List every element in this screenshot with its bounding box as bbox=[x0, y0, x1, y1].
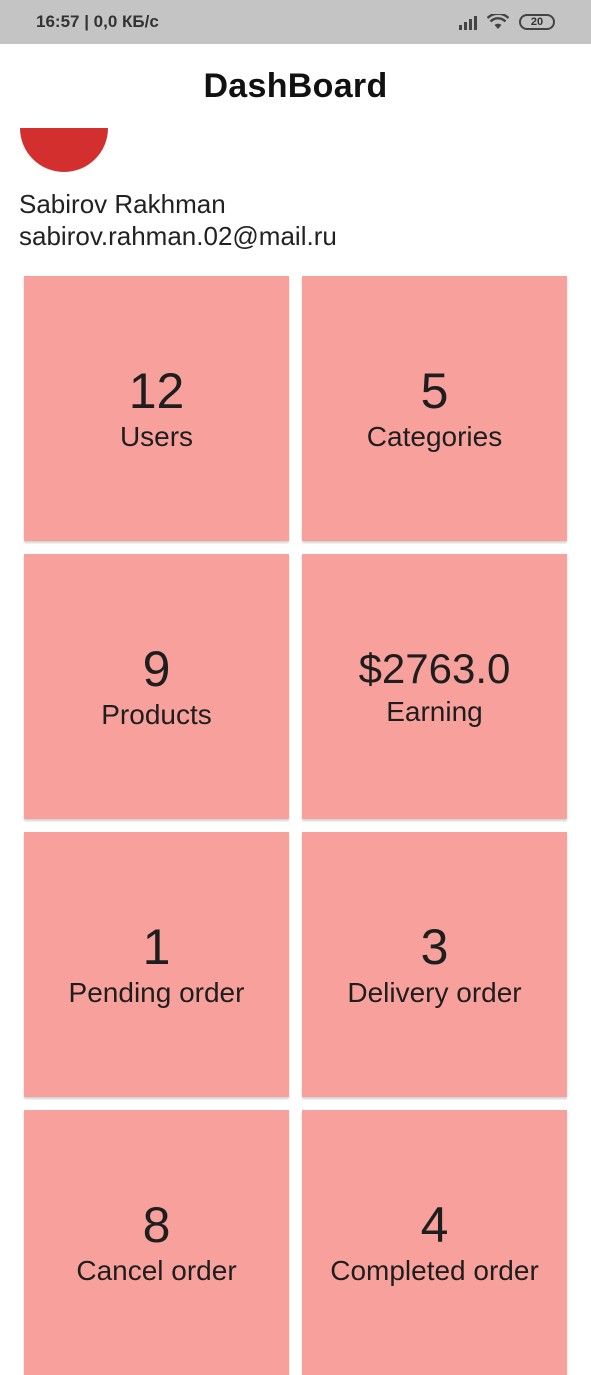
card-value: 3 bbox=[420, 918, 449, 975]
card-completed-order[interactable]: 4 Completed order bbox=[302, 1110, 567, 1375]
card-label: Categories bbox=[366, 420, 503, 452]
card-value: $2763.0 bbox=[358, 644, 511, 692]
wifi-icon bbox=[487, 14, 509, 29]
card-label: Completed order bbox=[330, 1254, 539, 1286]
card-label: Users bbox=[119, 420, 194, 452]
app-bar: DashBoard bbox=[0, 44, 591, 128]
avatar bbox=[20, 128, 108, 172]
profile-name: Sabirov Rakhman bbox=[19, 189, 226, 219]
card-value: 4 bbox=[420, 1196, 449, 1253]
dashboard-grid: 12 Users 5 Categories 9 Products $2763.0… bbox=[24, 276, 567, 1375]
card-delivery-order[interactable]: 3 Delivery order bbox=[302, 832, 567, 1097]
avatar-circle bbox=[20, 128, 108, 172]
card-label: Earning bbox=[386, 695, 483, 727]
battery-icon: 20 bbox=[519, 14, 555, 30]
signal-icon bbox=[459, 14, 477, 30]
status-bar: 16:57 | 0,0 КБ/с 20 bbox=[0, 0, 591, 44]
profile-email: sabirov.rahman.02@mail.ru bbox=[19, 221, 337, 251]
card-value: 9 bbox=[142, 640, 171, 697]
card-users[interactable]: 12 Users bbox=[24, 276, 289, 541]
status-icons: 20 bbox=[459, 14, 555, 30]
card-value: 12 bbox=[128, 362, 185, 419]
card-label: Cancel order bbox=[76, 1254, 237, 1286]
card-value: 1 bbox=[142, 918, 171, 975]
profile-info: Sabirov Rakhman sabirov.rahman.02@mail.r… bbox=[19, 188, 337, 252]
card-label: Delivery order bbox=[347, 976, 522, 1008]
card-categories[interactable]: 5 Categories bbox=[302, 276, 567, 541]
card-value: 5 bbox=[420, 362, 449, 419]
card-label: Products bbox=[101, 698, 212, 730]
card-cancel-order[interactable]: 8 Cancel order bbox=[24, 1110, 289, 1375]
card-label: Pending order bbox=[68, 976, 245, 1008]
card-pending-order[interactable]: 1 Pending order bbox=[24, 832, 289, 1097]
card-earning[interactable]: $2763.0 Earning bbox=[302, 554, 567, 819]
card-products[interactable]: 9 Products bbox=[24, 554, 289, 819]
card-value: 8 bbox=[142, 1196, 171, 1253]
page-title: DashBoard bbox=[203, 66, 388, 105]
status-time: 16:57 | 0,0 КБ/с bbox=[36, 12, 159, 31]
